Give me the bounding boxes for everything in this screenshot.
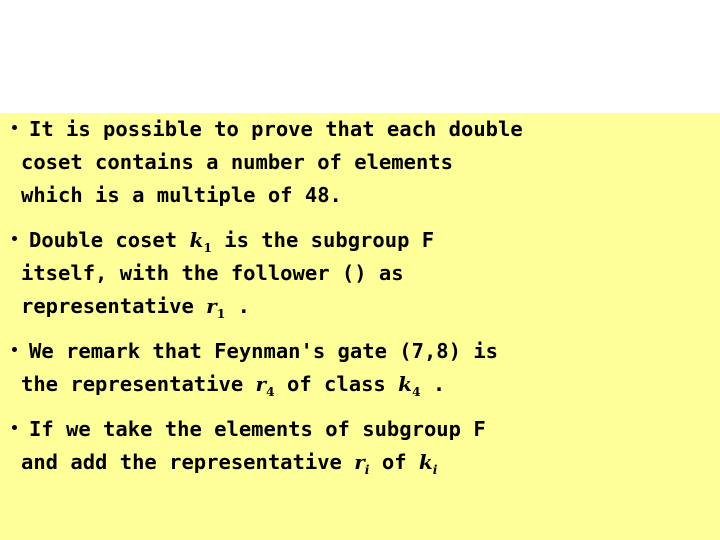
bullet-text: itself, with the follower () as: [21, 261, 404, 285]
slide-canvas: It is possible to prove that each double…: [0, 0, 720, 540]
math-subscript: 4: [411, 384, 421, 399]
math-subscript: 1: [216, 306, 226, 321]
math-variable: k4: [398, 372, 421, 399]
bullet-list: It is possible to prove that each double…: [0, 113, 720, 479]
bullet-text: representative: [21, 294, 207, 318]
bullet-line: It is possible to prove that each double: [29, 113, 720, 146]
math-subscript: 1: [203, 240, 212, 255]
bullet-line: If we take the elements of subgroup F: [29, 413, 720, 446]
bullet-line: representative r1 .: [21, 290, 720, 323]
slide-header-band: [0, 0, 720, 113]
bullet-line: which is a multiple of 48.: [21, 179, 720, 212]
bullet-item: If we take the elements of subgroup F and…: [0, 413, 720, 479]
bullet-item: Double coset k1 is the subgroup F itself,…: [0, 224, 720, 323]
bullet-text: If we take the elements of subgroup F: [29, 417, 486, 441]
bullet-text: Double coset: [29, 228, 190, 252]
bullet-text: the representative: [21, 372, 256, 396]
bullet-text: .: [225, 294, 250, 318]
math-variable: r1: [206, 294, 226, 321]
bullet-text: and add the representative: [21, 450, 355, 474]
bullet-line: Double coset k1 is the subgroup F: [29, 224, 720, 257]
bullet-dot-icon: [12, 236, 17, 241]
bullet-item: It is possible to prove that each double…: [0, 113, 720, 212]
bullet-text: of: [369, 450, 419, 474]
bullet-text: It is possible to prove that each double: [29, 117, 523, 141]
bullet-line: itself, with the follower () as: [21, 257, 720, 290]
math-subscript: 4: [266, 384, 275, 399]
bullet-text: is the subgroup F: [211, 228, 435, 252]
bullet-text: .: [420, 372, 446, 396]
bullet-dot-icon: [12, 125, 17, 130]
math-variable: ri: [354, 450, 370, 477]
bullet-dot-icon: [12, 425, 17, 430]
bullet-line: the representative r4 of class k4 .: [21, 368, 720, 401]
bullet-line: We remark that Feynman's gate (7,8) is: [29, 335, 720, 368]
bullet-text: which is a multiple of 48.: [21, 183, 342, 207]
bullet-text: We remark that Feynman's gate (7,8) is: [29, 339, 498, 363]
bullet-text: coset contains a number of elements: [21, 150, 453, 174]
math-subscript: i: [364, 462, 370, 477]
bullet-text: of class: [274, 372, 399, 396]
bullet-line: coset contains a number of elements: [21, 146, 720, 179]
math-variable: r4: [255, 372, 275, 399]
math-variable: k1: [189, 228, 212, 255]
math-variable: ki: [418, 450, 438, 477]
math-subscript: i: [432, 462, 438, 477]
bullet-line: and add the representative ri of ki: [21, 446, 720, 479]
bullet-item: We remark that Feynman's gate (7,8) is th…: [0, 335, 720, 401]
bullet-dot-icon: [12, 347, 17, 352]
